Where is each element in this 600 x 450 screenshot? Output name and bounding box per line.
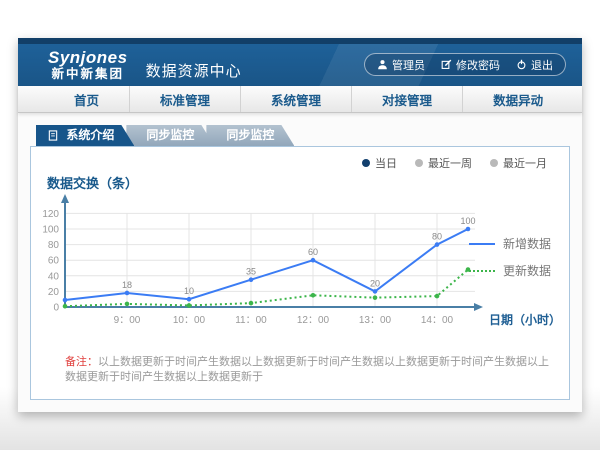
y-tick-label: 20 xyxy=(48,287,60,298)
page-title: 数据资源中心 xyxy=(146,60,242,81)
legend-item-new-data: 新增数据 xyxy=(469,235,551,252)
solid-line-icon xyxy=(469,243,495,245)
data-point-label: 10 xyxy=(184,286,194,296)
main-nav: 首页 标准管理 系统管理 对接管理 数据异动 xyxy=(18,86,582,113)
y-tick-label: 60 xyxy=(48,256,60,267)
y-tick-label: 80 xyxy=(48,240,60,251)
y-tick-label: 40 xyxy=(48,271,60,282)
change-password-button[interactable]: 修改密码 xyxy=(441,57,500,73)
edit-icon xyxy=(441,59,452,70)
data-point-label: 35 xyxy=(246,267,256,277)
user-toolbar: 管理员 修改密码 退出 xyxy=(364,53,566,76)
filter-option-last-month[interactable]: 最近一月 xyxy=(490,155,547,171)
change-password-label: 修改密码 xyxy=(456,57,500,73)
radio-unselected-icon xyxy=(415,159,423,167)
filter-option-today[interactable]: 当日 xyxy=(362,155,397,171)
data-point xyxy=(311,293,316,298)
nav-item-standard-mgmt[interactable]: 标准管理 xyxy=(130,86,241,112)
x-axis-arrow-icon xyxy=(474,303,483,311)
tab-label: 同步监控 xyxy=(226,128,274,142)
x-tick-label: 13：00 xyxy=(359,315,392,326)
filter-label: 最近一月 xyxy=(503,155,547,171)
chart-panel: 当日 最近一周 最近一月 数据交换（条） 0 20 40 60 80 100 120 9：00… xyxy=(30,146,570,400)
logo-wordmark: Synjones xyxy=(48,49,128,66)
admin-user-button[interactable]: 管理员 xyxy=(377,57,425,73)
dotted-line-icon xyxy=(469,270,495,272)
chart-legend: 新增数据 更新数据 xyxy=(469,235,551,289)
power-icon xyxy=(516,59,527,70)
y-axis-arrow-icon xyxy=(61,194,69,203)
data-point xyxy=(435,294,440,299)
data-point-label: 18 xyxy=(122,280,132,290)
y-tick-label: 100 xyxy=(42,225,59,236)
nav-item-data-change[interactable]: 数据异动 xyxy=(463,86,573,112)
tab-label: 系统介绍 xyxy=(66,128,114,142)
y-axis-title: 数据交换（条） xyxy=(47,173,138,192)
footnote-prefix: 备注： xyxy=(65,356,98,368)
legend-item-update-data: 更新数据 xyxy=(469,262,551,279)
content-area: 系统介绍 同步监控 同步监控 当日 最近一周 xyxy=(18,113,582,400)
y-tick-label: 120 xyxy=(42,209,59,220)
tab-bar: 系统介绍 同步监控 同步监控 xyxy=(36,125,582,146)
tab-sync-monitor-1[interactable]: 同步监控 xyxy=(126,125,214,146)
x-tick-label: 10：00 xyxy=(173,315,206,326)
data-point xyxy=(249,301,254,306)
filter-label: 最近一周 xyxy=(428,155,472,171)
app-header: Synjones 新中新集团 数据资源中心 管理员 修改密码 xyxy=(18,44,582,86)
tab-system-intro[interactable]: 系统介绍 xyxy=(36,125,134,146)
document-icon xyxy=(48,127,58,148)
y-tick-label: 0 xyxy=(53,303,59,314)
data-point xyxy=(373,289,378,294)
company-logo: Synjones 新中新集团 xyxy=(48,49,128,81)
logo-company-name: 新中新集团 xyxy=(48,68,128,81)
user-icon xyxy=(377,59,388,70)
data-point xyxy=(187,297,192,302)
footnote-text: 以上数据更新于时间产生数据以上数据更新于时间产生数据以上数据更新于时间产生数据以… xyxy=(65,356,549,383)
data-point xyxy=(125,291,130,296)
data-point xyxy=(249,277,254,282)
data-point-label: 100 xyxy=(460,216,475,226)
app-window: Synjones 新中新集团 数据资源中心 管理员 修改密码 xyxy=(18,38,582,412)
data-point-label: 60 xyxy=(308,247,318,257)
x-tick-label: 11：00 xyxy=(235,315,267,326)
x-tick-label: 12：00 xyxy=(297,315,330,326)
nav-item-home[interactable]: 首页 xyxy=(44,86,130,112)
data-point xyxy=(63,298,68,303)
nav-item-system-mgmt[interactable]: 系统管理 xyxy=(241,86,352,112)
filter-option-last-week[interactable]: 最近一周 xyxy=(415,155,472,171)
legend-label: 更新数据 xyxy=(503,262,551,279)
radio-selected-icon xyxy=(362,159,370,167)
data-point xyxy=(187,303,192,308)
data-point xyxy=(466,227,471,232)
data-point-label: 80 xyxy=(432,232,442,242)
data-point xyxy=(435,242,440,247)
footnote: 备注：以上数据更新于时间产生数据以上数据更新于时间产生数据以上数据更新于时间产生… xyxy=(65,355,553,386)
x-axis-title: 日期（小时） xyxy=(489,312,561,327)
time-range-filter: 当日 最近一周 最近一月 xyxy=(362,155,547,171)
legend-label: 新增数据 xyxy=(503,235,551,252)
tab-sync-monitor-2[interactable]: 同步监控 xyxy=(206,125,294,146)
data-point-label: 20 xyxy=(370,278,380,288)
data-point xyxy=(63,304,68,309)
logout-button[interactable]: 退出 xyxy=(516,57,553,73)
data-point xyxy=(125,302,130,307)
tab-label: 同步监控 xyxy=(146,128,194,142)
nav-item-interface-mgmt[interactable]: 对接管理 xyxy=(352,86,463,112)
data-point xyxy=(373,295,378,300)
x-tick-label: 14：00 xyxy=(421,315,454,326)
x-tick-label: 9：00 xyxy=(114,315,141,326)
radio-unselected-icon xyxy=(490,159,498,167)
filter-label: 当日 xyxy=(375,155,397,171)
admin-label: 管理员 xyxy=(392,57,425,73)
logout-label: 退出 xyxy=(531,57,553,73)
data-point xyxy=(311,258,316,263)
